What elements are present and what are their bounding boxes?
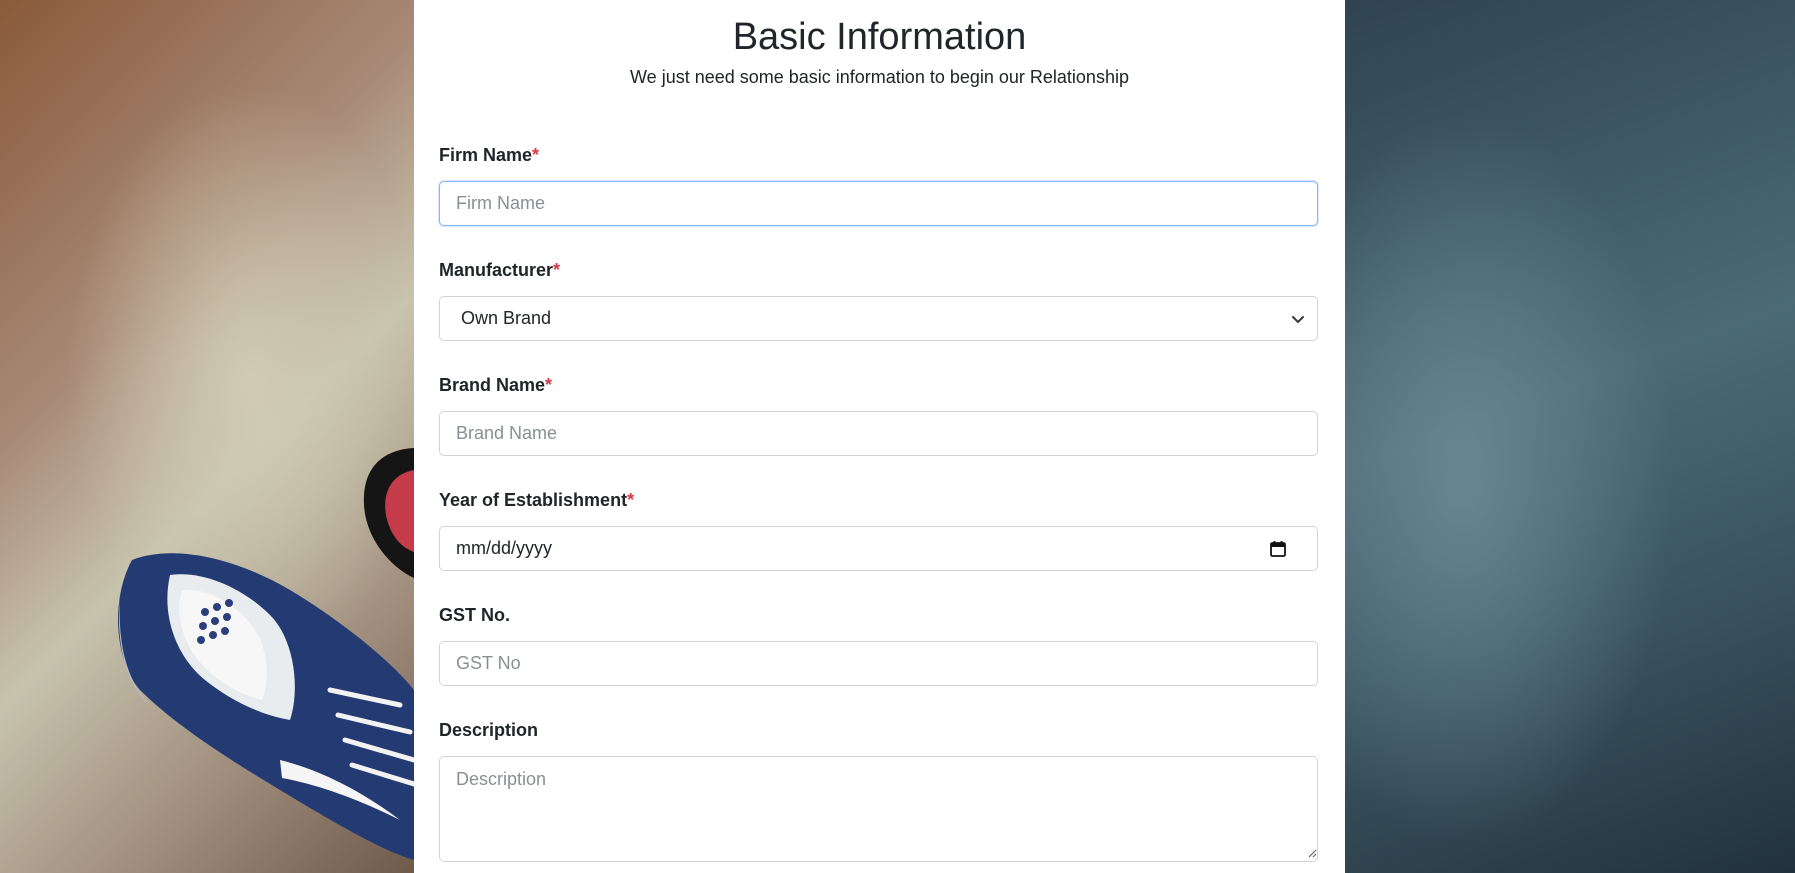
- required-mark: *: [532, 145, 540, 165]
- background-left-image: [0, 0, 414, 873]
- calendar-icon[interactable]: [1269, 540, 1287, 558]
- year-of-establishment-label: Year of Establishment*: [439, 490, 634, 511]
- manufacturer-selected-value: Own Brand: [461, 308, 552, 328]
- required-mark: *: [553, 260, 561, 280]
- gst-no-input[interactable]: [439, 641, 1318, 686]
- year-of-establishment-label-text: Year of Establishment: [439, 490, 628, 510]
- manufacturer-select[interactable]: Own Brand: [439, 296, 1318, 341]
- page-subtitle: We just need some basic information to b…: [630, 67, 1129, 87]
- background-right-image: [1345, 0, 1795, 873]
- shoe-image: [118, 448, 414, 860]
- gst-no-label: GST No.: [439, 605, 510, 626]
- firm-name-input[interactable]: [439, 181, 1318, 226]
- description-label: Description: [439, 720, 538, 741]
- resize-grip-icon[interactable]: [1307, 848, 1317, 858]
- gst-no-label-text: GST No.: [439, 605, 510, 625]
- page: Basic Information We just need some basi…: [0, 0, 1795, 873]
- firm-name-label-text: Firm Name: [439, 145, 533, 165]
- manufacturer-label-text: Manufacturer: [439, 260, 554, 280]
- description-label-text: Description: [439, 720, 539, 740]
- page-title: Basic Information: [732, 16, 1027, 58]
- description-wrapper: [414, 756, 1345, 862]
- firm-name-label: Firm Name*: [439, 145, 539, 166]
- year-of-establishment-date-input[interactable]: mm/dd/yyyy: [439, 526, 1318, 571]
- brand-name-label: Brand Name*: [439, 375, 552, 396]
- form-panel: Basic Information We just need some basi…: [414, 0, 1345, 873]
- required-mark: *: [545, 375, 553, 395]
- required-mark: *: [627, 490, 635, 510]
- manufacturer-label: Manufacturer*: [439, 260, 560, 281]
- brand-name-input[interactable]: [439, 411, 1318, 456]
- chevron-down-icon: [1292, 315, 1304, 323]
- description-textarea[interactable]: [439, 756, 1318, 862]
- date-placeholder: mm/dd/yyyy: [456, 538, 553, 558]
- brand-name-label-text: Brand Name: [439, 375, 546, 395]
